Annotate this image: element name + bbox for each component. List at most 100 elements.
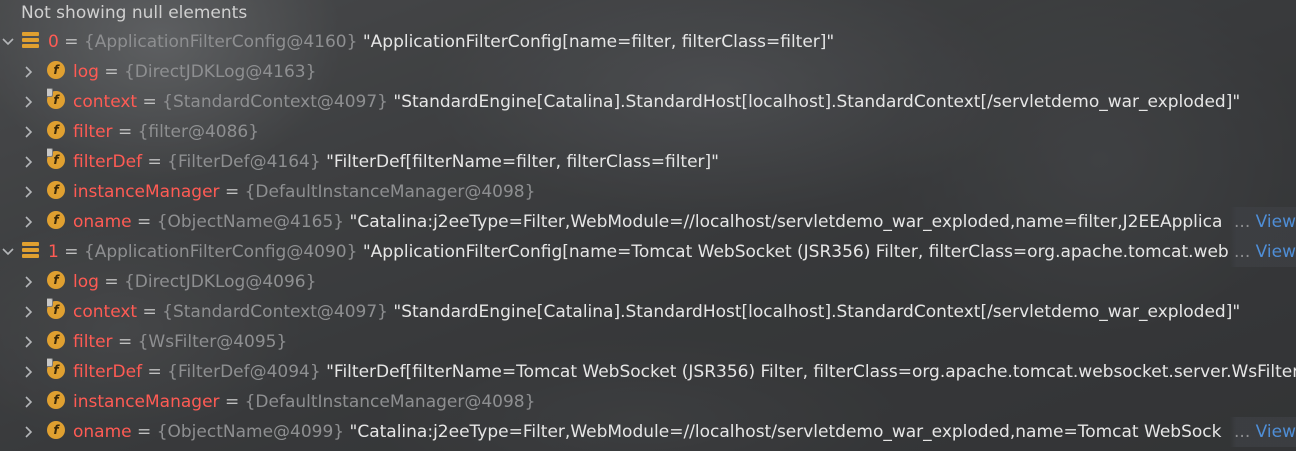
row-content: f log = {DirectJDKLog@4163} — [47, 57, 1296, 87]
field-f-icon: f — [47, 181, 65, 199]
ellipsis: ... — [1234, 242, 1256, 262]
variable-name: oname — [73, 212, 132, 232]
variable-name: context — [73, 302, 138, 322]
array-element-icon — [22, 242, 39, 258]
object-reference: {WsFilter@4095} — [137, 332, 288, 352]
variable-value: "FilterDef[filterName=filter, filterClas… — [326, 152, 719, 172]
variable-name: log — [73, 272, 99, 292]
field-f-icon: f — [47, 61, 65, 79]
field-f-icon: f — [47, 421, 65, 439]
row-content: f instanceManager = {DefaultInstanceManag… — [47, 177, 1296, 207]
chevron-right-icon[interactable] — [21, 357, 37, 387]
equals-sign: = — [219, 392, 245, 412]
object-reference: {DefaultInstanceManager@4098} — [244, 182, 536, 202]
field-f-icon: f — [47, 298, 65, 319]
field-row[interactable]: f oname = {ObjectName@4099} "Catalina:j2e… — [0, 417, 1296, 447]
ellipsis: ... — [1234, 212, 1256, 232]
variable-name: filter — [73, 332, 113, 352]
equals-sign: = — [219, 182, 245, 202]
chevron-right-icon[interactable] — [21, 87, 37, 117]
equals-sign: = — [142, 362, 168, 382]
chevron-right-icon[interactable] — [21, 387, 37, 417]
variable-name: filterDef — [73, 362, 143, 382]
variable-name: 1 — [48, 242, 59, 262]
object-reference: {ApplicationFilterConfig@4160} — [83, 32, 358, 52]
chevron-right-icon[interactable] — [21, 207, 37, 237]
row-content: f filterDef = {FilterDef@4094} "FilterDef… — [47, 357, 1296, 387]
row-content: 0 = {ApplicationFilterConfig@4160} "Appl… — [22, 27, 1296, 57]
field-row[interactable]: f context = {StandardContext@4097} "Stand… — [0, 297, 1296, 327]
equals-sign: = — [137, 302, 163, 322]
variable-name: filter — [73, 122, 113, 142]
field-row[interactable]: f log = {DirectJDKLog@4096} — [0, 267, 1296, 297]
equals-sign: = — [98, 62, 124, 82]
field-row[interactable]: f log = {DirectJDKLog@4163} — [0, 57, 1296, 87]
field-row[interactable]: f filterDef = {FilterDef@4094} "FilterDef… — [0, 357, 1296, 387]
field-row[interactable]: f filter = {filter@4086} — [0, 117, 1296, 147]
row-content: f log = {DirectJDKLog@4096} — [47, 267, 1296, 297]
chevron-right-icon[interactable] — [21, 117, 37, 147]
field-row[interactable]: f instanceManager = {DefaultInstanceManag… — [0, 177, 1296, 207]
row-content: f filter = {filter@4086} — [47, 117, 1296, 147]
variable-name: instanceManager — [73, 392, 220, 412]
array-element-row[interactable]: 1 = {ApplicationFilterConfig@4090} "Appl… — [0, 237, 1296, 267]
row-content: f oname = {ObjectName@4099} "Catalina:j2e… — [47, 417, 1296, 447]
chevron-right-icon[interactable] — [21, 267, 37, 297]
equals-sign: = — [142, 152, 168, 172]
equals-sign: = — [58, 32, 84, 52]
ellipsis: ... — [1234, 422, 1256, 442]
equals-sign: = — [58, 242, 84, 262]
field-f-icon: f — [47, 211, 65, 229]
array-element-icon — [22, 32, 39, 48]
variable-value: "Catalina:j2eeType=Filter,WebModule=//lo… — [349, 212, 1223, 232]
variable-name: filterDef — [73, 152, 143, 172]
object-reference: {FilterDef@4164} — [167, 152, 321, 172]
equals-sign: = — [137, 92, 163, 112]
row-content: f instanceManager = {DefaultInstanceManag… — [47, 387, 1296, 417]
field-row[interactable]: f filter = {WsFilter@4095} — [0, 327, 1296, 357]
chevron-down-icon[interactable] — [0, 237, 16, 267]
field-f-icon: f — [47, 331, 65, 349]
object-reference: {DefaultInstanceManager@4098} — [244, 392, 536, 412]
array-element-row[interactable]: 0 = {ApplicationFilterConfig@4160} "Appl… — [0, 27, 1296, 57]
view-link-text[interactable]: View — [1256, 242, 1296, 262]
variable-name: instanceManager — [73, 182, 220, 202]
object-reference: {FilterDef@4094} — [167, 362, 321, 382]
field-f-icon: f — [47, 148, 65, 169]
chevron-right-icon[interactable] — [21, 57, 37, 87]
chevron-right-icon[interactable] — [21, 297, 37, 327]
field-row[interactable]: f context = {StandardContext@4097} "Stand… — [0, 87, 1296, 117]
row-content: f filter = {WsFilter@4095} — [47, 327, 1296, 357]
equals-sign: = — [112, 122, 138, 142]
variable-value: "Catalina:j2eeType=Filter,WebModule=//lo… — [349, 422, 1222, 442]
equals-sign: = — [131, 422, 157, 442]
variable-name: log — [73, 62, 99, 82]
field-row[interactable]: f filterDef = {FilterDef@4164} "FilterDef… — [0, 147, 1296, 177]
variable-name: 0 — [48, 32, 59, 52]
object-reference: {DirectJDKLog@4163} — [123, 62, 317, 82]
field-f-icon: f — [47, 88, 65, 109]
chevron-right-icon[interactable] — [21, 417, 37, 447]
field-row[interactable]: f instanceManager = {DefaultInstanceManag… — [0, 387, 1296, 417]
chevron-right-icon[interactable] — [21, 147, 37, 177]
field-f-icon: f — [47, 358, 65, 379]
object-reference: {DirectJDKLog@4096} — [123, 272, 317, 292]
variable-name: oname — [73, 422, 132, 442]
object-reference: {filter@4086} — [137, 122, 260, 142]
view-link-text[interactable]: View — [1256, 212, 1296, 232]
row-content: 1 = {ApplicationFilterConfig@4090} "Appl… — [22, 237, 1296, 267]
field-f-icon: f — [47, 271, 65, 289]
chevron-down-icon[interactable] — [0, 27, 16, 57]
view-link[interactable]: ... View — [1230, 237, 1296, 267]
view-link[interactable]: ... View — [1230, 417, 1296, 447]
field-row[interactable]: f oname = {ObjectName@4165} "Catalina:j2e… — [0, 207, 1296, 237]
equals-sign: = — [112, 332, 138, 352]
chevron-right-icon[interactable] — [21, 327, 37, 357]
chevron-right-icon[interactable] — [21, 177, 37, 207]
view-link[interactable]: ... View — [1230, 207, 1296, 237]
object-reference: {ObjectName@4099} — [156, 422, 345, 442]
equals-sign: = — [131, 212, 157, 232]
row-content: f oname = {ObjectName@4165} "Catalina:j2e… — [47, 207, 1296, 237]
object-reference: {ObjectName@4165} — [156, 212, 345, 232]
view-link-text[interactable]: View — [1256, 422, 1296, 442]
